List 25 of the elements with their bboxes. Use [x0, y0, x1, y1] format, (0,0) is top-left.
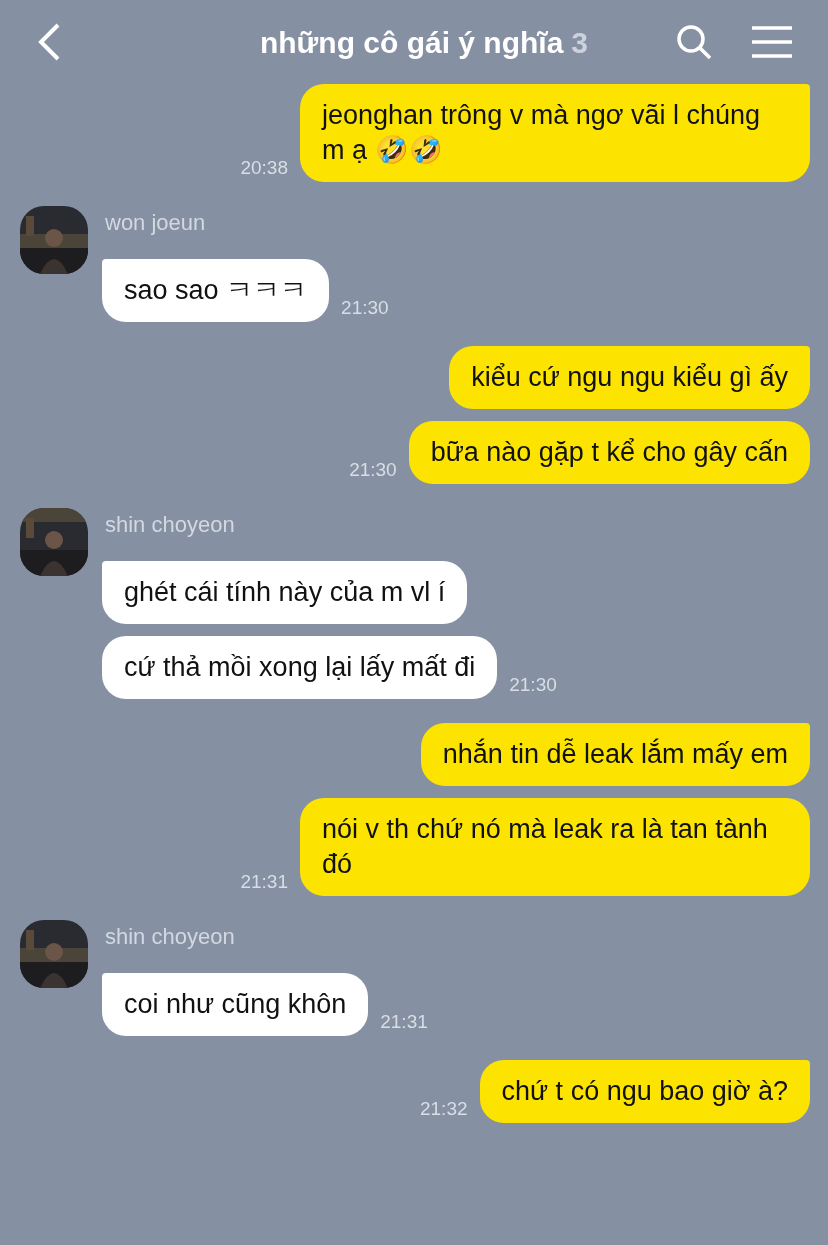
sender-name: shin choyeon	[105, 511, 235, 539]
message-bubble: sao sao ㅋㅋㅋ	[102, 259, 330, 322]
search-icon[interactable]	[676, 24, 712, 60]
message-time: 21:31	[240, 869, 288, 894]
back-icon[interactable]	[36, 22, 62, 62]
message-bubble: nhắn tin dễ leak lắm mấy em	[420, 723, 810, 786]
member-count: 3	[571, 24, 589, 61]
message-time: 21:30	[509, 672, 557, 697]
message-bubble: cứ thả mồi xong lại lấy mất đi	[102, 636, 498, 699]
chat-title: những cô gái ý nghĩa	[259, 24, 564, 61]
message-bubble: coi như cũng khôn	[102, 973, 369, 1036]
message-bubble: bữa nào gặp t kể cho gây cấn	[408, 421, 810, 484]
message-bubble: chứ t có ngu bao giờ à?	[479, 1060, 810, 1123]
message-bubble: nói v th chứ nó mà leak ra là tan tành đó	[300, 798, 810, 896]
menu-icon[interactable]	[752, 26, 792, 58]
message-time: 21:30	[349, 457, 397, 482]
message-bubble: kiểu cứ ngu ngu kiểu gì ấy	[449, 346, 810, 409]
message-time: 21:31	[380, 1009, 428, 1034]
message-time: 21:30	[341, 295, 389, 320]
message-bubble: ghét cái tính này của m vl í	[102, 561, 468, 624]
message-time: 20:38	[240, 155, 288, 180]
sender-name: shin choyeon	[105, 923, 235, 951]
message-time: 21:32	[420, 1096, 468, 1121]
sender-name: won joeun	[105, 209, 206, 237]
message-bubble: jeonghan trông v mà ngơ vãi l chúng m ạ 🤣🤣	[300, 84, 810, 182]
